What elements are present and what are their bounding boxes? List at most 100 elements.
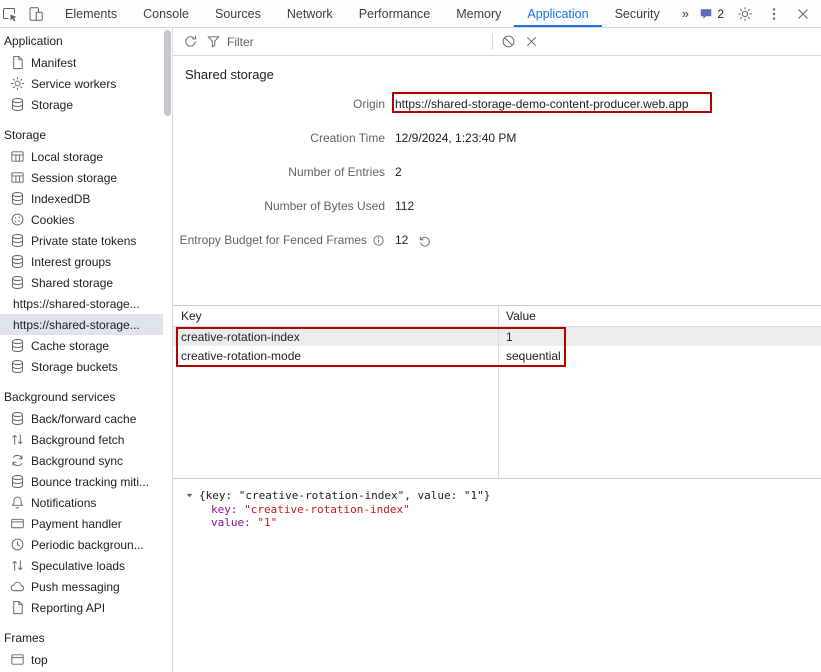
entries-count-label: Number of Entries bbox=[173, 165, 385, 180]
sidebar-item-label: Speculative loads bbox=[31, 559, 125, 573]
bytes-used: 112 bbox=[395, 199, 414, 214]
section-header-storage[interactable]: Storage bbox=[0, 125, 163, 146]
application-sidebar: Application Manifest Service workers Sto… bbox=[0, 28, 163, 672]
sidebar-item-label: https://shared-storage... bbox=[13, 297, 140, 311]
sidebar-item-label: Cache storage bbox=[31, 339, 109, 353]
issues-counter[interactable]: 2 bbox=[699, 7, 724, 21]
info-icon[interactable] bbox=[372, 234, 385, 247]
database-icon bbox=[10, 411, 25, 426]
filter-input[interactable] bbox=[227, 35, 467, 49]
section-header-background-services[interactable]: Background services bbox=[0, 387, 163, 408]
more-tabs-button[interactable]: » bbox=[673, 0, 698, 27]
tabbar-left-tools bbox=[0, 6, 52, 22]
tab-sources[interactable]: Sources bbox=[202, 0, 274, 27]
table-icon bbox=[10, 170, 25, 185]
tab-memory[interactable]: Memory bbox=[443, 0, 514, 27]
sidebar-item-label: Interest groups bbox=[31, 255, 111, 269]
sidebar-item-label: Storage bbox=[31, 98, 73, 112]
tab-console[interactable]: Console bbox=[130, 0, 202, 27]
table-row[interactable]: creative-rotation-mode sequential bbox=[173, 346, 821, 365]
sidebar-item-cookies[interactable]: Cookies bbox=[0, 209, 163, 230]
sidebar-item-cache-storage[interactable]: Cache storage bbox=[0, 335, 163, 356]
sidebar-item-back-forward-cache[interactable]: Back/forward cache bbox=[0, 408, 163, 429]
sidebar-item-private-state-tokens[interactable]: Private state tokens bbox=[0, 230, 163, 251]
undo-reset-icon bbox=[418, 234, 432, 248]
preview-property: key"creative-rotation-index" bbox=[185, 503, 821, 517]
column-header-key[interactable]: Key bbox=[173, 309, 498, 323]
sidebar-item-storage[interactable]: Storage bbox=[0, 94, 163, 115]
sidebar-section-storage: Storage Local storage Session storage In… bbox=[0, 125, 163, 377]
sidebar-scrollbar[interactable] bbox=[163, 28, 172, 672]
sidebar-item-bounce-tracking[interactable]: Bounce tracking miti... bbox=[0, 471, 163, 492]
payment-card-icon bbox=[10, 516, 25, 531]
section-header-application[interactable]: Application bbox=[0, 31, 163, 52]
database-icon bbox=[10, 254, 25, 269]
database-icon bbox=[10, 474, 25, 489]
column-divider[interactable] bbox=[498, 306, 499, 478]
sync-icon bbox=[10, 453, 25, 468]
sidebar-item-payment-handler[interactable]: Payment handler bbox=[0, 513, 163, 534]
section-header-frames[interactable]: Frames bbox=[0, 628, 163, 649]
sidebar-item-background-sync[interactable]: Background sync bbox=[0, 450, 163, 471]
sidebar-item-reporting-api[interactable]: Reporting API bbox=[0, 597, 163, 618]
delete-selected-button[interactable] bbox=[524, 34, 539, 49]
sidebar-item-storage-buckets[interactable]: Storage buckets bbox=[0, 356, 163, 377]
issues-count: 2 bbox=[717, 7, 724, 21]
tab-security[interactable]: Security bbox=[602, 0, 673, 27]
sidebar-item-label: Periodic backgroun... bbox=[31, 538, 144, 552]
sidebar-item-session-storage[interactable]: Session storage bbox=[0, 167, 163, 188]
sidebar-item-periodic-background-sync[interactable]: Periodic backgroun... bbox=[0, 534, 163, 555]
storage-items-table: Key Value creative-rotation-index 1 crea… bbox=[173, 305, 821, 479]
delete-all-button[interactable] bbox=[501, 34, 516, 49]
sidebar-item-label: Storage buckets bbox=[31, 360, 118, 374]
sidebar-item-shared-storage-origin-2-selected[interactable]: https://shared-storage... bbox=[0, 314, 163, 335]
inspect-element-button[interactable] bbox=[2, 6, 18, 22]
table-row[interactable]: creative-rotation-index 1 bbox=[173, 327, 821, 346]
sidebar-item-label: IndexedDB bbox=[31, 192, 90, 206]
sidebar-item-speculative-loads[interactable]: Speculative loads bbox=[0, 555, 163, 576]
shared-storage-panel: Shared storage Origin https://shared-sto… bbox=[172, 28, 821, 672]
refresh-button[interactable] bbox=[183, 34, 198, 49]
row-key-cell: creative-rotation-mode bbox=[173, 349, 498, 363]
sidebar-item-label: Push messaging bbox=[31, 580, 120, 594]
device-toolbar-button[interactable] bbox=[28, 6, 44, 22]
up-down-arrows-icon bbox=[10, 558, 25, 573]
sidebar-item-label: Background fetch bbox=[31, 433, 124, 447]
sidebar-item-manifest[interactable]: Manifest bbox=[0, 52, 163, 73]
sidebar-item-label: Back/forward cache bbox=[31, 412, 136, 426]
sidebar-item-notifications[interactable]: Notifications bbox=[0, 492, 163, 513]
sidebar-item-shared-storage-origin-1[interactable]: https://shared-storage... bbox=[0, 293, 163, 314]
sidebar-item-top-frame[interactable]: top bbox=[0, 649, 163, 670]
tab-application[interactable]: Application bbox=[514, 0, 601, 27]
creation-time: 12/9/2024, 1:23:40 PM bbox=[395, 131, 516, 146]
reset-budget-button[interactable] bbox=[418, 234, 432, 248]
tab-network[interactable]: Network bbox=[274, 0, 346, 27]
column-header-value[interactable]: Value bbox=[498, 309, 821, 323]
entropy-budget-number: 12 bbox=[395, 233, 408, 248]
scrollbar-thumb[interactable] bbox=[164, 30, 171, 116]
close-devtools-button[interactable] bbox=[795, 6, 811, 22]
sidebar-item-local-storage[interactable]: Local storage bbox=[0, 146, 163, 167]
tab-performance[interactable]: Performance bbox=[346, 0, 444, 27]
sidebar-item-push-messaging[interactable]: Push messaging bbox=[0, 576, 163, 597]
sidebar-item-interest-groups[interactable]: Interest groups bbox=[0, 251, 163, 272]
sidebar-item-service-workers[interactable]: Service workers bbox=[0, 73, 163, 94]
sidebar-item-indexeddb[interactable]: IndexedDB bbox=[0, 188, 163, 209]
settings-button[interactable] bbox=[737, 6, 753, 22]
entry-preview-pane: {key: "creative-rotation-index", value: … bbox=[173, 479, 821, 530]
sidebar-section-frames: Frames top bbox=[0, 628, 163, 670]
database-icon bbox=[10, 359, 25, 374]
panel-tabs: Elements Console Sources Network Perform… bbox=[52, 0, 698, 27]
sidebar-item-background-fetch[interactable]: Background fetch bbox=[0, 429, 163, 450]
entropy-budget-value: 12 bbox=[395, 233, 821, 248]
close-icon bbox=[795, 6, 811, 22]
sidebar-item-label: Shared storage bbox=[31, 276, 113, 290]
expand-triangle-icon[interactable] bbox=[185, 491, 194, 500]
more-options-button[interactable] bbox=[766, 6, 782, 22]
entropy-budget-label: Entropy Budget for Fenced Frames bbox=[173, 233, 385, 248]
sidebar-item-shared-storage[interactable]: Shared storage bbox=[0, 272, 163, 293]
sidebar-item-label: Reporting API bbox=[31, 601, 105, 615]
gear-icon bbox=[737, 6, 753, 22]
row-value-cell: 1 bbox=[498, 330, 821, 344]
tab-elements[interactable]: Elements bbox=[52, 0, 130, 27]
